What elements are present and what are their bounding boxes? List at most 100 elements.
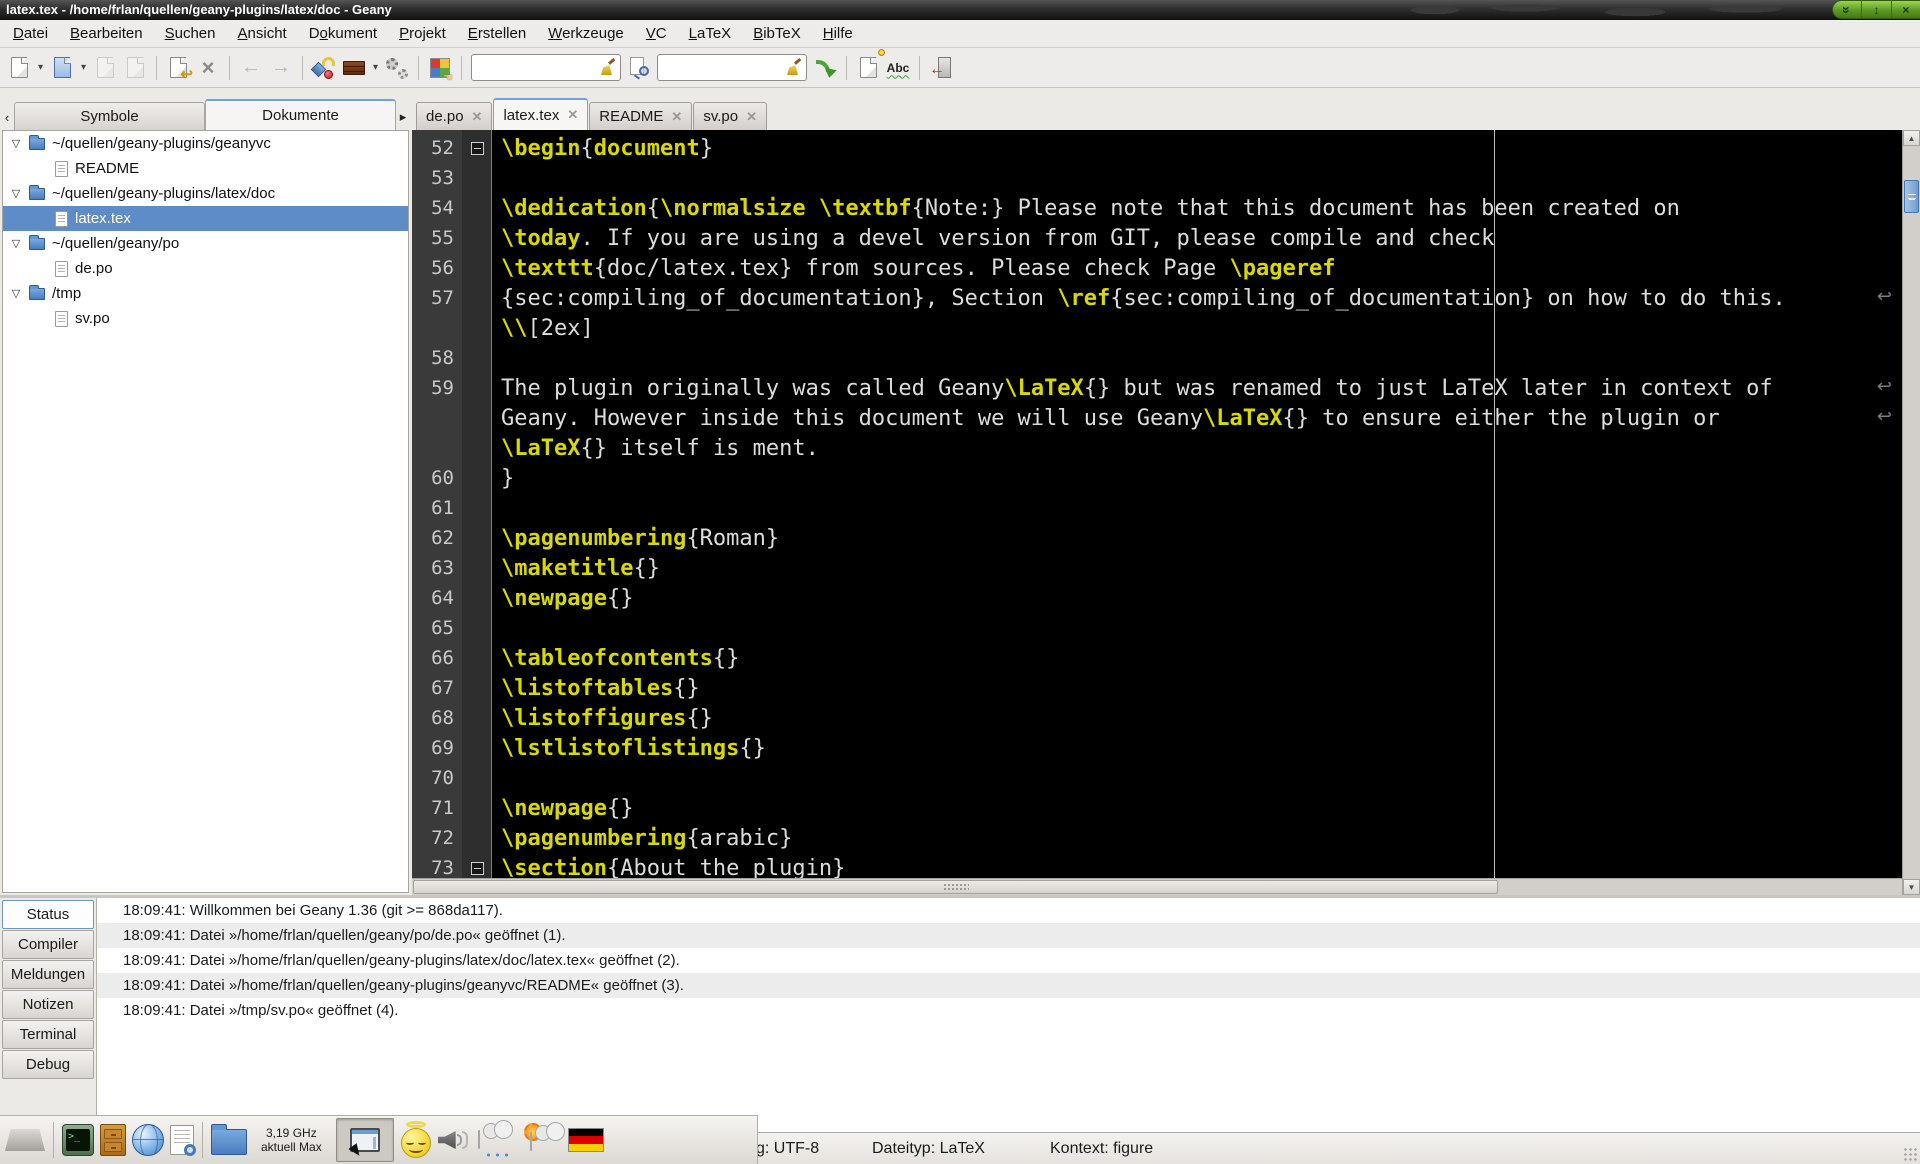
taskbar-file-cabinet-icon[interactable] <box>100 1124 126 1156</box>
fold-collapse-icon[interactable] <box>471 862 484 875</box>
navigate-forward-button[interactable]: → <box>266 52 296 84</box>
code-line-73[interactable]: 73\section{About the plugin} <box>412 853 1902 878</box>
minimize-button[interactable]: » <box>1833 1 1862 18</box>
find-button[interactable] <box>624 52 654 84</box>
code-line-58[interactable]: 58 <box>412 343 1902 373</box>
close-button[interactable]: × <box>1892 1 1920 18</box>
code-line-68[interactable]: 68\listoffigures{} <box>412 703 1902 733</box>
menu-ansicht[interactable]: Ansicht <box>227 21 298 46</box>
code-line-63[interactable]: 63\maketitle{} <box>412 553 1902 583</box>
scroll-down-arrow[interactable]: ▼ <box>1903 879 1920 895</box>
menu-bearbeiten[interactable]: Bearbeiten <box>59 21 154 46</box>
taskbar-weather-sun-icon[interactable] <box>522 1121 562 1159</box>
sidebar-tab-symbole[interactable]: Symbole <box>14 102 205 130</box>
expander-icon[interactable]: ▽ <box>3 237 29 250</box>
code-line-54[interactable]: 54\dedication{\normalsize \textbf{Note:}… <box>412 193 1902 223</box>
menu-datei[interactable]: Datei <box>2 21 59 46</box>
tree-item-latex.tex[interactable]: latex.tex <box>3 206 408 231</box>
horizontal-scroll-thumb[interactable] <box>413 880 1498 894</box>
new-file-button[interactable] <box>4 52 34 84</box>
panel-tab-status[interactable]: Status <box>2 900 94 929</box>
code-line-60[interactable]: 60} <box>412 463 1902 493</box>
open-file-button[interactable] <box>47 52 77 84</box>
build-dropdown[interactable]: ▾ <box>369 52 382 84</box>
menu-vc[interactable]: VC <box>635 21 678 46</box>
sidebar-tab-dokumente[interactable]: Dokumente <box>205 99 396 130</box>
editor-tab-de.po[interactable]: de.po✕ <box>416 102 492 130</box>
editor-vertical-scrollbar[interactable]: ▲ ▼ <box>1902 130 1920 895</box>
menu-hilfe[interactable]: Hilfe <box>812 21 864 46</box>
close-file-button[interactable]: × <box>193 52 223 84</box>
tree-item-doc[interactable]: ▽~/quellen/geany-plugins/latex/doc <box>3 181 408 206</box>
code-line-57[interactable]: 57{sec:compiling_of_documentation}, Sect… <box>412 283 1902 313</box>
code-line-70[interactable]: 70 <box>412 763 1902 793</box>
tree-item-po[interactable]: ▽~/quellen/geany/po <box>3 231 408 256</box>
code-line-61[interactable]: 61 <box>412 493 1902 523</box>
tree-item-README[interactable]: README <box>3 156 408 181</box>
panel-tab-debug[interactable]: Debug <box>2 1050 94 1079</box>
taskbar-terminal-icon[interactable]: >_ <box>62 1124 94 1156</box>
editor-horizontal-scrollbar[interactable] <box>412 878 1902 895</box>
sidebar-tab-scroll-right[interactable]: ▸ <box>396 104 410 130</box>
taskbar-volume-icon[interactable] <box>438 1125 472 1155</box>
code-line-67[interactable]: 67\listoftables{} <box>412 673 1902 703</box>
revert-button[interactable]: ↩ <box>163 52 193 84</box>
quit-button[interactable]: ← <box>926 52 956 84</box>
editor-tab-sv.po[interactable]: sv.po✕ <box>693 102 767 130</box>
code-line-66[interactable]: 66\tableofcontents{} <box>412 643 1902 673</box>
search-input[interactable] <box>476 56 594 79</box>
build-button[interactable] <box>339 52 369 84</box>
menu-werkzeuge[interactable]: Werkzeuge <box>537 21 635 46</box>
execute-button[interactable] <box>382 52 412 84</box>
resize-grip[interactable] <box>1903 1147 1918 1162</box>
compile-button[interactable] <box>309 52 339 84</box>
save-button[interactable] <box>90 52 120 84</box>
code-editor[interactable]: 52\begin{document}5354\dedication{\norma… <box>412 130 1902 878</box>
menu-latex[interactable]: LaTeX <box>678 21 743 46</box>
code-line-69[interactable]: 69\lstlistoflistings{} <box>412 733 1902 763</box>
expander-icon[interactable]: ▽ <box>3 137 29 150</box>
tree-item-de.po[interactable]: de.po <box>3 256 408 281</box>
taskbar-weather-rain-icon[interactable] <box>478 1121 516 1159</box>
spell-check-button[interactable]: Abc <box>883 52 913 84</box>
clear-search-icon[interactable] <box>600 60 616 76</box>
code-line-72[interactable]: 72\pagenumbering{arabic} <box>412 823 1902 853</box>
code-line-wrap[interactable]: Geany. However inside this document we w… <box>412 403 1902 433</box>
tree-item-tmp[interactable]: ▽/tmp <box>3 281 408 306</box>
navigate-back-button[interactable]: ← <box>236 52 266 84</box>
new-file-dropdown[interactable]: ▾ <box>34 52 47 84</box>
code-line-64[interactable]: 64\newpage{} <box>412 583 1902 613</box>
editor-tab-README[interactable]: README✕ <box>589 102 692 130</box>
panel-tab-meldungen[interactable]: Meldungen <box>2 960 94 989</box>
latex-wizard-button[interactable] <box>853 52 883 84</box>
code-line-55[interactable]: 55\today. If you are using a devel versi… <box>412 223 1902 253</box>
clear-goto-icon[interactable] <box>786 60 802 76</box>
expander-icon[interactable]: ▽ <box>3 187 29 200</box>
panel-tab-notizen[interactable]: Notizen <box>2 990 94 1019</box>
jump-to-line-button[interactable] <box>810 52 840 84</box>
expander-icon[interactable]: ▽ <box>3 287 29 300</box>
code-line-65[interactable]: 65 <box>412 613 1902 643</box>
taskbar-screenshot-tool-icon[interactable] <box>336 1118 394 1162</box>
taskbar-smiley-icon[interactable] <box>400 1121 432 1159</box>
taskbar-german-flag-icon[interactable] <box>568 1128 604 1152</box>
color-chooser-button[interactable]: ☚ <box>425 52 455 84</box>
code-line-62[interactable]: 62\pagenumbering{Roman} <box>412 523 1902 553</box>
goto-line-input[interactable] <box>662 56 780 79</box>
menu-dokument[interactable]: Dokument <box>298 21 388 46</box>
vertical-scroll-thumb[interactable] <box>1904 180 1919 213</box>
code-line-53[interactable]: 53 <box>412 163 1902 193</box>
tab-close-icon[interactable]: ✕ <box>472 109 483 125</box>
taskbar-pager-icon[interactable] <box>5 1129 45 1151</box>
scroll-up-arrow[interactable]: ▲ <box>1903 130 1920 146</box>
code-line-59[interactable]: 59The plugin originally was called Geany… <box>412 373 1902 403</box>
code-line-56[interactable]: 56\texttt{doc/latex.tex} from sources. P… <box>412 253 1902 283</box>
code-line-wrap[interactable]: \\[2ex] <box>412 313 1902 343</box>
tab-close-icon[interactable]: ✕ <box>671 109 682 125</box>
save-all-button[interactable] <box>120 52 150 84</box>
panel-tab-terminal[interactable]: Terminal <box>2 1020 94 1049</box>
editor-tab-latex.tex[interactable]: latex.tex✕ <box>493 98 588 130</box>
tree-item-geanyvc[interactable]: ▽~/quellen/geany-plugins/geanyvc <box>3 131 408 156</box>
tab-close-icon[interactable]: ✕ <box>567 107 578 123</box>
tree-item-sv.po[interactable]: sv.po <box>3 306 408 331</box>
